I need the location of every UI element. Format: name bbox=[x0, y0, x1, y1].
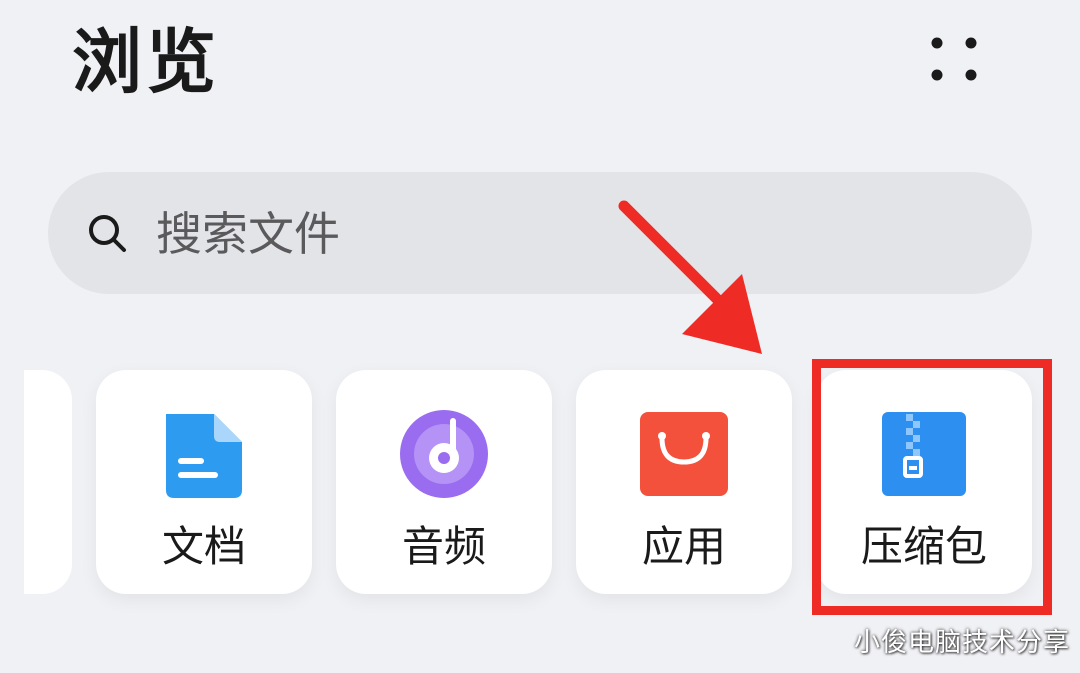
category-label: 应用 bbox=[641, 522, 726, 571]
audio-disc-icon bbox=[400, 410, 488, 498]
watermark: 小俊电脑技术分享 bbox=[853, 628, 1070, 658]
search-input[interactable] bbox=[150, 196, 976, 272]
zip-archive-icon bbox=[882, 412, 966, 496]
search-icon bbox=[89, 215, 126, 252]
document-icon bbox=[166, 414, 242, 498]
category-label: 音频 bbox=[401, 522, 486, 571]
category-card-partial[interactable] bbox=[24, 370, 72, 594]
category-label: 压缩包 bbox=[860, 522, 987, 571]
category-label: 文档 bbox=[161, 522, 246, 571]
category-card-archives[interactable]: 压缩包 bbox=[816, 370, 1032, 594]
category-card-documents[interactable]: 文档 bbox=[96, 370, 312, 594]
category-card-audio[interactable]: 音频 bbox=[336, 370, 552, 594]
more-dots-icon bbox=[931, 37, 977, 81]
category-card-apps[interactable]: 应用 bbox=[576, 370, 792, 594]
page-title: 浏览 bbox=[72, 21, 220, 103]
category-strip[interactable]: 文档 音频 应用 压缩包 bbox=[24, 346, 1080, 618]
more-options-button[interactable] bbox=[920, 28, 990, 92]
shopping-bag-icon bbox=[640, 412, 728, 496]
